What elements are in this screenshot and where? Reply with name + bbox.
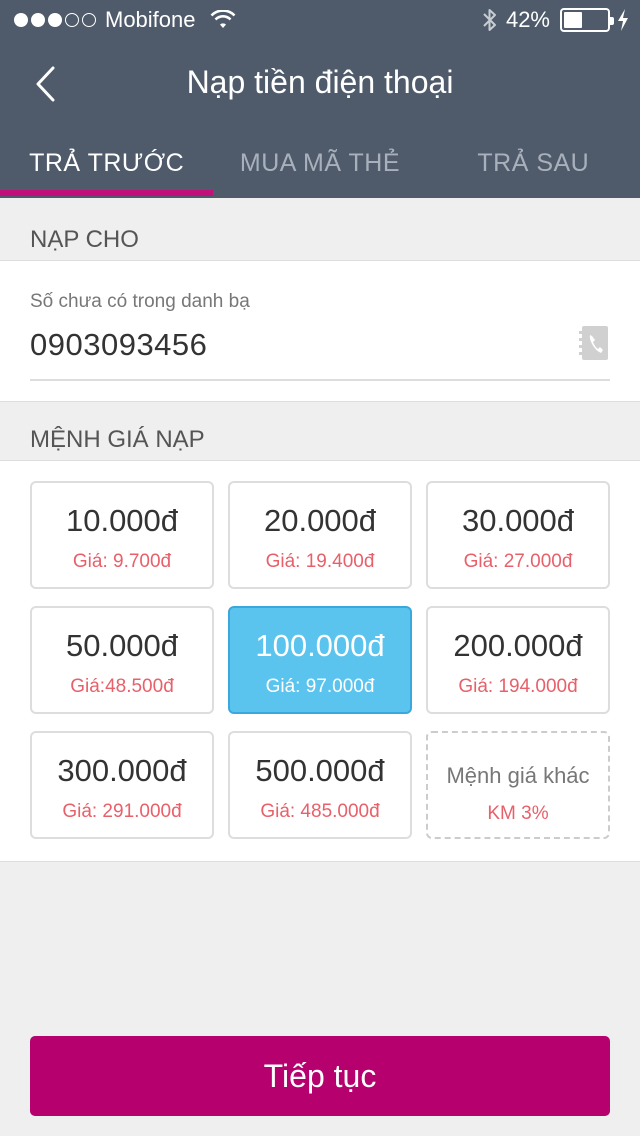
denomination-amount: Mệnh giá khác xyxy=(446,763,590,788)
app-header: Mobifone 42% Nạp tiền điện thoại TRẢ TRƯ… xyxy=(0,0,640,198)
tab-mua-ma-the[interactable]: MUA MÃ THẺ xyxy=(213,128,426,198)
denomination-card[interactable]: 30.000đ Giá: 27.000đ xyxy=(426,481,610,589)
tab-tra-sau[interactable]: TRẢ SAU xyxy=(427,128,640,198)
signal-dot xyxy=(48,13,62,27)
denomination-amount: 50.000đ xyxy=(65,628,179,663)
denomination-price: Giá: 194.000đ xyxy=(458,676,578,697)
recipient-panel: Số chưa có trong danh bạ 0903093456 xyxy=(0,260,640,402)
denomination-card[interactable]: 500.000đ Giá: 485.000đ xyxy=(228,731,412,839)
page-title: Nạp tiền điện thoại xyxy=(186,64,454,100)
denomination-amount: 500.000đ xyxy=(255,753,385,788)
denomination-price: KM 3% xyxy=(487,803,549,824)
denomination-amount: 10.000đ xyxy=(65,503,179,538)
nav-bar: Nạp tiền điện thoại xyxy=(0,40,640,128)
status-right: 42% xyxy=(482,6,630,34)
status-left: Mobifone xyxy=(14,6,236,34)
signal-strength-icon xyxy=(14,13,99,27)
denomination-amount: 30.000đ xyxy=(461,503,575,538)
denomination-price: Giá: 19.400đ xyxy=(265,551,375,572)
tab-bar: TRẢ TRƯỚC MUA MÃ THẺ TRẢ SAU xyxy=(0,128,640,198)
signal-dot xyxy=(65,13,79,27)
phone-input-underline xyxy=(30,379,610,381)
denomination-price: Giá: 291.000đ xyxy=(62,801,182,822)
tab-tra-truoc[interactable]: TRẢ TRƯỚC xyxy=(0,128,214,198)
contact-book-icon[interactable] xyxy=(578,325,610,361)
continue-button[interactable]: Tiếp tục xyxy=(30,1036,610,1116)
battery-fill xyxy=(564,12,582,28)
bluetooth-icon xyxy=(483,9,496,31)
status-bar: Mobifone 42% xyxy=(0,0,640,40)
denomination-amount: 20.000đ xyxy=(263,503,377,538)
denomination-amount: 100.000đ xyxy=(255,628,385,663)
denomination-price: Giá:48.500đ xyxy=(70,676,174,697)
recipient-section-label: NẠP CHO xyxy=(30,226,139,253)
signal-dot xyxy=(31,13,45,27)
denomination-card[interactable]: 20.000đ Giá: 19.400đ xyxy=(228,481,412,589)
battery-percentage: 42% xyxy=(505,7,550,32)
denomination-section-label: MỆNH GIÁ NẠP xyxy=(30,426,205,453)
denomination-card[interactable]: 50.000đ Giá:48.500đ xyxy=(30,606,214,714)
wifi-icon xyxy=(210,10,235,28)
denomination-card[interactable]: 200.000đ Giá: 194.000đ xyxy=(426,606,610,714)
denomination-amount: 300.000đ xyxy=(57,753,187,788)
denomination-amount: 200.000đ xyxy=(453,628,583,663)
denomination-price: Giá: 9.700đ xyxy=(72,551,172,572)
denomination-panel: 10.000đ Giá: 9.700đ 20.000đ Giá: 19.400đ 30.… xyxy=(0,460,640,862)
denomination-price: Giá: 97.000đ xyxy=(265,676,375,697)
carrier-name: Mobifone xyxy=(105,7,196,32)
phone-hint: Số chưa có trong danh bạ xyxy=(30,291,250,312)
charging-bolt-icon xyxy=(618,9,628,31)
denomination-price: Giá: 27.000đ xyxy=(463,551,573,572)
custom-denomination-card[interactable]: Mệnh giá khác KM 3% xyxy=(426,731,610,839)
signal-dot xyxy=(14,13,28,27)
phone-input[interactable]: 0903093456 xyxy=(30,327,207,363)
denomination-card[interactable]: 10.000đ Giá: 9.700đ xyxy=(30,481,214,589)
denomination-price: Giá: 485.000đ xyxy=(260,801,380,822)
denomination-card[interactable]: 300.000đ Giá: 291.000đ xyxy=(30,731,214,839)
signal-dot xyxy=(82,13,96,27)
battery-icon xyxy=(560,8,614,32)
battery-cap xyxy=(610,17,614,25)
denomination-card[interactable]: 100.000đ Giá: 97.000đ xyxy=(228,606,412,714)
